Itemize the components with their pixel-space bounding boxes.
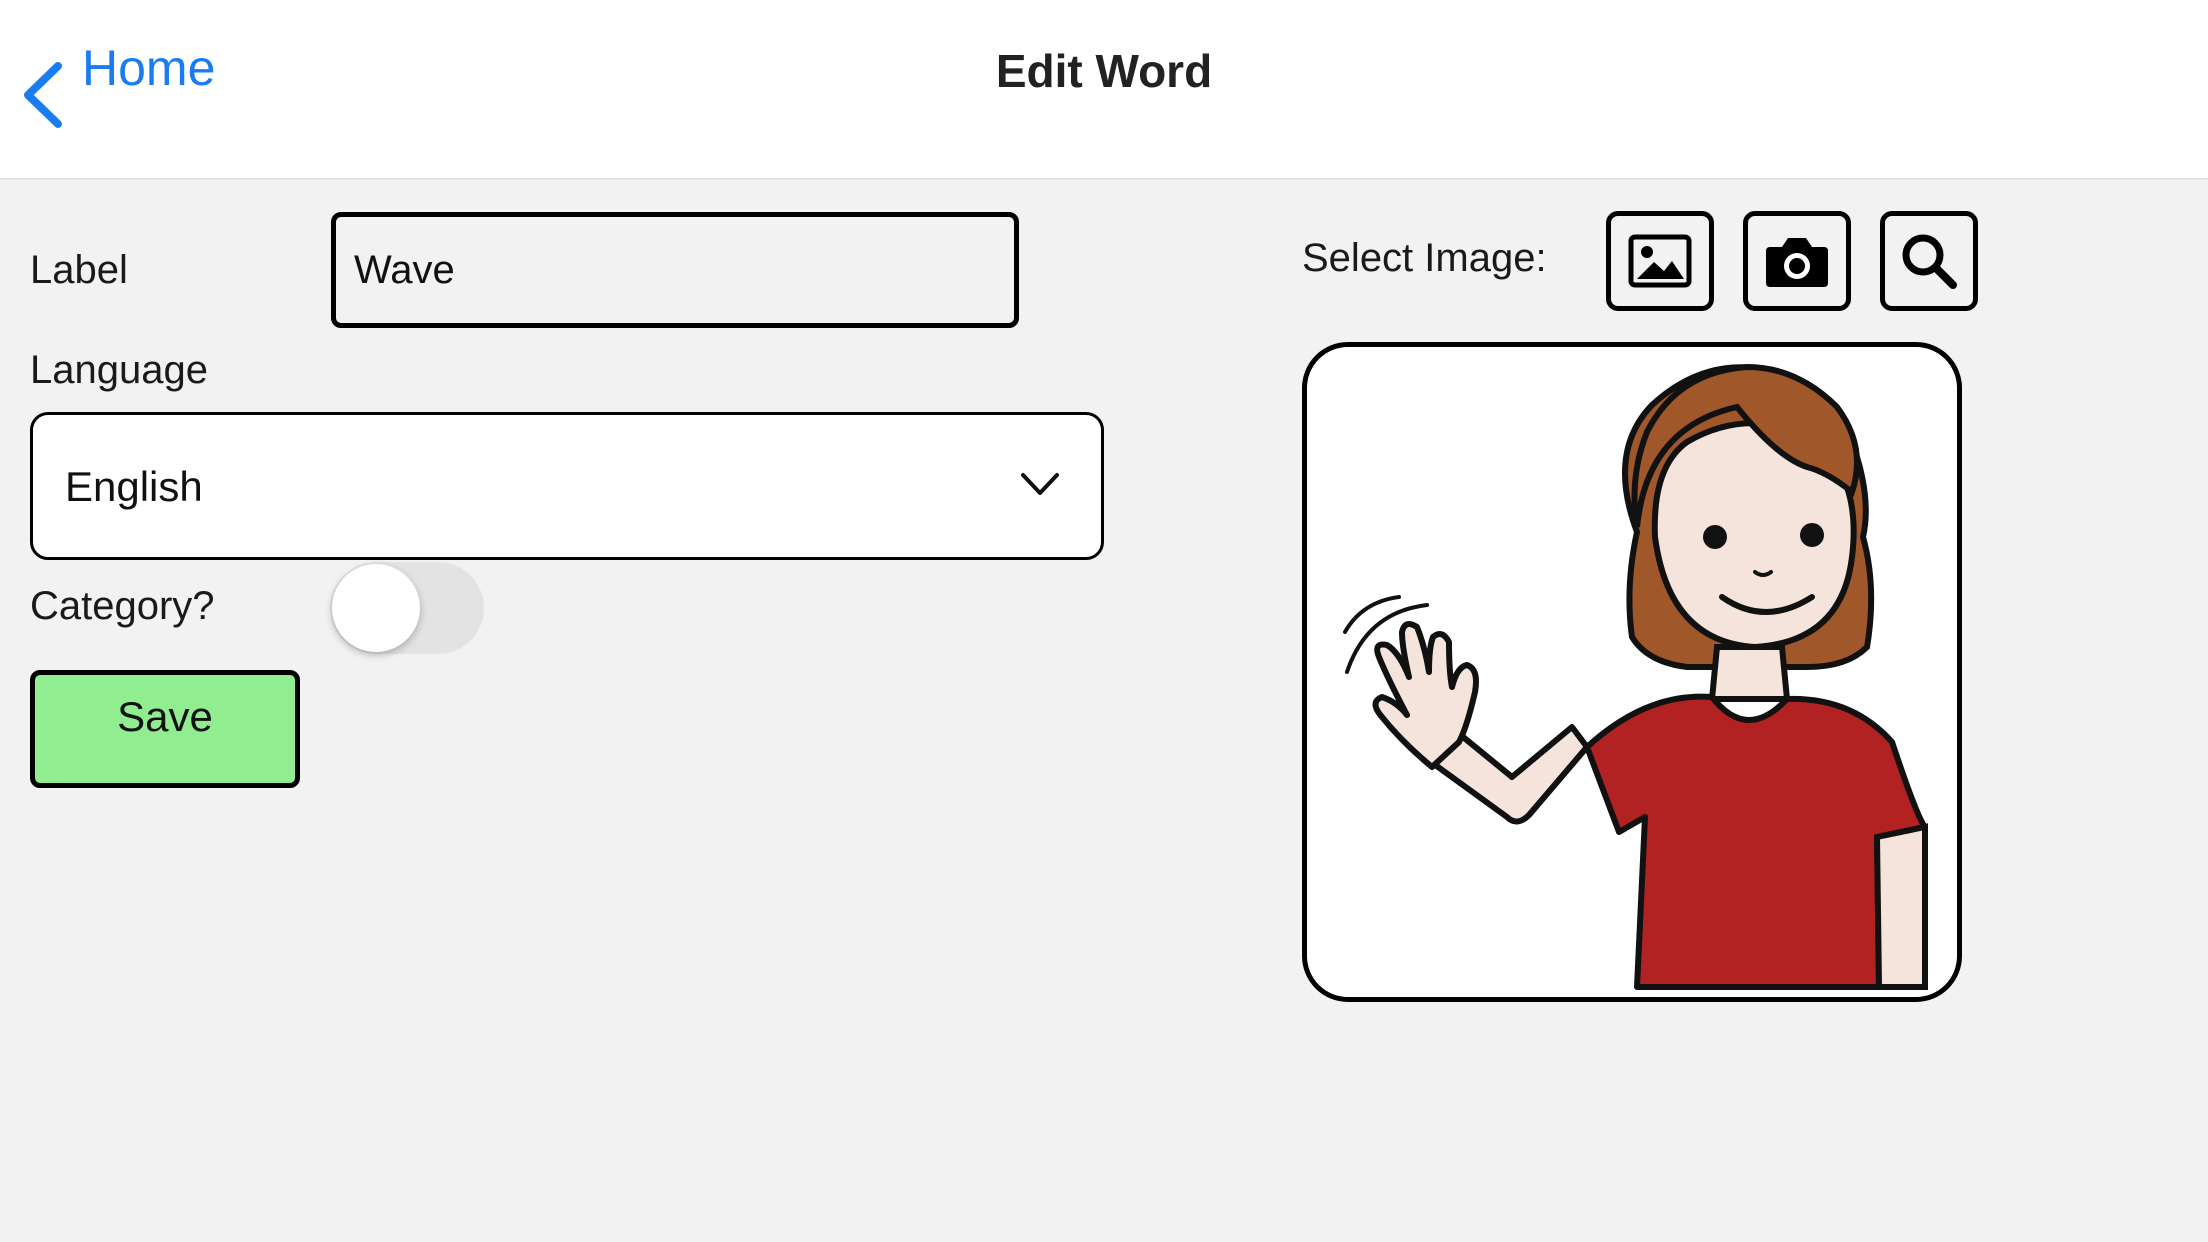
person-waving-icon	[1343, 363, 1928, 990]
language-field-label: Language	[30, 348, 208, 392]
gallery-button[interactable]	[1606, 211, 1714, 311]
language-selected-value: English	[65, 463, 203, 510]
category-label: Category?	[30, 584, 215, 628]
label-field-label: Label	[30, 248, 128, 292]
camera-button[interactable]	[1743, 211, 1851, 311]
search-image-button[interactable]	[1880, 211, 1978, 311]
word-image[interactable]	[1302, 342, 1962, 1002]
chevron-down-icon	[1021, 473, 1059, 495]
page-title: Edit Word	[995, 45, 1213, 97]
label-input[interactable]	[331, 212, 1019, 328]
search-icon	[1902, 234, 1957, 289]
category-toggle[interactable]	[330, 562, 484, 654]
toggle-knob	[332, 564, 420, 652]
navigation-bar: Home Edit Word	[0, 0, 2208, 180]
gallery-icon	[1628, 234, 1692, 288]
language-select[interactable]: English	[30, 412, 1104, 560]
save-button[interactable]: Save	[30, 670, 300, 788]
camera-icon	[1766, 238, 1828, 287]
select-image-label: Select Image:	[1302, 236, 1547, 280]
